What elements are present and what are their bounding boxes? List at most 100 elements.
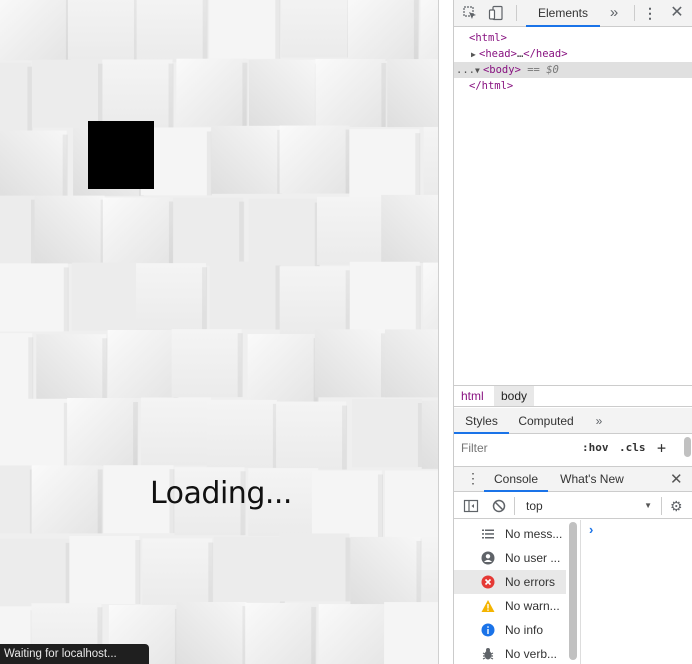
black-square	[88, 121, 154, 189]
info-icon	[481, 623, 495, 637]
background-tile	[31, 465, 102, 534]
background-tile-shadow	[345, 537, 351, 602]
clear-console-icon[interactable]	[491, 498, 507, 517]
console-filter-item[interactable]: No info	[454, 618, 566, 642]
close-drawer-icon[interactable]: ✕	[670, 470, 683, 488]
background-tile	[36, 334, 107, 403]
console-filter-label: No verb...	[505, 647, 558, 661]
console-filter-item[interactable]: No mess...	[454, 522, 566, 546]
expand-triangle-icon[interactable]: ▶	[471, 47, 479, 63]
background-tile	[420, 0, 438, 60]
styles-filter-input[interactable]	[456, 438, 571, 458]
tab-elements[interactable]: Elements	[526, 0, 600, 27]
tab-whats-new[interactable]: What's New	[552, 467, 632, 492]
background-tile-shadow	[237, 333, 243, 398]
sidebar-toggle-icon[interactable]	[463, 498, 479, 517]
console-filter-item[interactable]: No user ...	[454, 546, 566, 570]
background-tile	[423, 126, 438, 195]
background-tile	[387, 59, 438, 128]
background-tile-shadow	[415, 265, 421, 330]
kebab-menu-icon[interactable]: ⋮	[642, 5, 658, 21]
loading-text: Loading...	[150, 476, 292, 511]
panel-divider[interactable]	[438, 0, 454, 664]
styles-scrollbar[interactable]	[684, 437, 691, 457]
close-devtools-icon[interactable]: ✕	[669, 5, 685, 21]
background-tile	[176, 602, 247, 664]
breadcrumb-body[interactable]: body	[494, 386, 535, 406]
inspect-element-icon[interactable]	[462, 5, 478, 21]
dom-node-head[interactable]: ▶ <head>…</head>	[454, 46, 692, 62]
styles-pane-tabs: Styles Computed »	[454, 408, 692, 434]
background-tile	[384, 329, 438, 398]
tab-styles[interactable]: Styles	[454, 408, 509, 434]
background-tile	[0, 465, 34, 534]
background-tile	[34, 195, 105, 264]
toolbar-separator	[516, 5, 517, 21]
background-tile	[349, 129, 420, 198]
background-tile	[318, 604, 389, 664]
warning-icon	[481, 599, 495, 613]
background-tile	[136, 0, 207, 63]
background-tile	[279, 125, 350, 194]
background-tile	[69, 535, 140, 604]
background-tile-shadow	[97, 469, 103, 534]
background-tile	[248, 59, 319, 128]
console-input-area[interactable]: ›	[580, 520, 692, 664]
dom-node-html-close[interactable]: </html>	[454, 78, 692, 94]
background-tile	[67, 0, 138, 60]
background-tile-shadow	[416, 540, 422, 605]
background-tile	[0, 333, 33, 402]
status-bar: Waiting for localhost...	[0, 644, 149, 664]
console-filter-item[interactable]: No warn...	[454, 594, 566, 618]
context-select[interactable]: top ▼	[518, 496, 658, 516]
console-sidebar: No mess... No user ... No errors No warn...…	[454, 520, 579, 664]
console-filter-item[interactable]: No errors	[454, 570, 566, 594]
gear-icon[interactable]: ⚙	[670, 498, 683, 515]
background-tile	[421, 400, 438, 469]
background-tile	[350, 536, 421, 605]
background-tile	[173, 197, 244, 266]
tab-console[interactable]: Console	[484, 467, 548, 492]
console-filter-label: No mess...	[505, 527, 563, 541]
background-tile-shadow	[311, 606, 317, 664]
background-tile-shadow	[133, 401, 139, 466]
console-filter-label: No errors	[505, 575, 556, 589]
console-filter-item[interactable]: No verb...	[454, 642, 566, 664]
class-toggle-button[interactable]: .cls	[619, 440, 646, 456]
background-tile	[0, 398, 68, 467]
console-toolbar: top ▼ ⚙	[454, 493, 692, 519]
collapse-triangle-icon[interactable]: ▼	[475, 63, 483, 79]
hover-state-button[interactable]: :hov	[582, 440, 609, 456]
breadcrumb-html[interactable]: html	[454, 386, 491, 406]
more-tabs-icon[interactable]: »	[606, 5, 622, 21]
background-tile-shadow	[168, 63, 174, 128]
background-tile	[315, 58, 386, 127]
background-tile-shadow	[97, 63, 103, 128]
more-tabs-icon[interactable]: »	[592, 408, 606, 434]
breadcrumb: html body	[454, 385, 692, 407]
background-tile-shadow	[413, 0, 419, 62]
background-tile	[311, 470, 382, 539]
background-tile-shadow	[202, 267, 208, 332]
console-sidebar-scrollbar[interactable]	[569, 522, 577, 660]
dom-node-html-open[interactable]: <html>	[454, 30, 692, 46]
device-toolbar-icon[interactable]	[488, 5, 504, 21]
background-tile	[247, 334, 318, 403]
background-tile	[142, 538, 213, 607]
drawer-menu-icon[interactable]: ⋮	[466, 470, 480, 487]
background-tile	[245, 602, 316, 664]
styles-filter-bar: :hov .cls +	[454, 435, 692, 461]
dom-node-body[interactable]: ...▼ <body> == $0	[454, 62, 692, 78]
toolbar-separator	[634, 5, 635, 21]
tab-computed[interactable]: Computed	[512, 408, 580, 434]
console-filter-label: No user ...	[505, 551, 561, 565]
add-style-rule-button[interactable]: +	[657, 440, 666, 456]
background-tile-shadow	[28, 337, 34, 402]
background-tile	[314, 329, 385, 398]
background-tile-shadow	[381, 62, 387, 127]
background-tile-shadow	[102, 338, 108, 403]
background-tile	[279, 533, 350, 602]
console-filter-label: No warn...	[505, 599, 560, 613]
background-tile-shadow	[242, 62, 248, 127]
error-icon	[481, 575, 495, 589]
